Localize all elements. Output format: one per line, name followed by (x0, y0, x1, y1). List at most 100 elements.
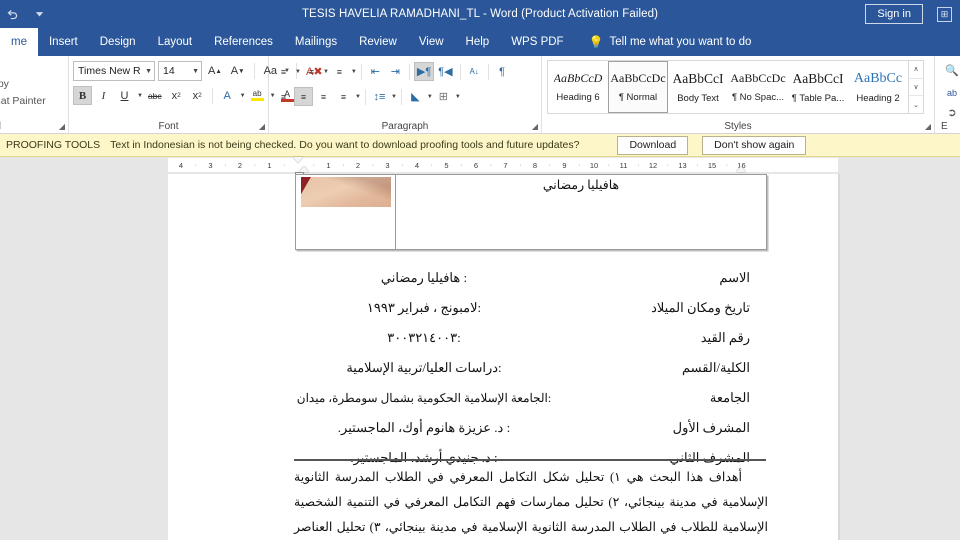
grow-font-icon[interactable]: A ▲ (205, 62, 225, 81)
superscript-button[interactable]: x2 (188, 86, 207, 105)
left-to-right-text-direction-button[interactable]: ¶◀ (435, 62, 455, 81)
chevron-down-icon[interactable]: ▼ (427, 94, 433, 100)
styles-dialog-launcher-icon[interactable]: ◢ (925, 122, 931, 131)
table-cell-photo[interactable] (296, 175, 396, 249)
document-canvas[interactable]: هافيليا رمضاني الاسم : هافيليا رمضاني تا… (0, 174, 960, 540)
show-formatting-marks-button[interactable]: ¶ (493, 62, 512, 81)
right-indent-marker[interactable] (736, 166, 746, 172)
horizontal-ruler[interactable]: 4 · 3 · 2 · 1 · 1 · 2 · 3 · 4 · 5 · 6 · 7 · 8 · 9 · 10 · 11 · 12 · 13 · 15… (168, 157, 838, 177)
tab-design[interactable]: Design (89, 28, 147, 56)
increase-indent-button[interactable]: ⇥ (386, 62, 405, 81)
copy-button[interactable]: opy (0, 76, 46, 93)
sign-in-button[interactable]: Sign in (865, 4, 923, 24)
scroll-down-icon[interactable]: ∨ (909, 79, 923, 97)
shading-button[interactable]: ◣ (406, 87, 425, 106)
find-icon[interactable]: 🔍 (941, 60, 960, 81)
tab-view[interactable]: View (408, 28, 455, 56)
ruler-tick-dot: · (696, 161, 699, 169)
style-item-no-spacing[interactable]: AaBbCcDc ¶ No Spac... (728, 61, 788, 113)
ruler-tick: 2 (237, 160, 243, 170)
style-name: Body Text (677, 92, 719, 104)
style-item-table-paragraph[interactable]: AaBbCcI ¶ Table Pa... (788, 61, 848, 113)
text-effects-icon[interactable]: A (218, 86, 237, 105)
chevron-down-icon: ▼ (145, 67, 152, 75)
chevron-down-icon[interactable]: ▼ (137, 93, 143, 99)
chevron-down-icon[interactable]: ▼ (351, 69, 357, 75)
format-painter-button[interactable]: mat Painter (0, 93, 46, 110)
ruler-tick-dot: · (401, 161, 404, 169)
line-and-paragraph-spacing-button[interactable]: ↕≡ (370, 87, 389, 106)
cut-button[interactable]: t (0, 59, 46, 76)
tab-layout[interactable]: Layout (147, 28, 204, 56)
font-name-combobox[interactable]: Times New R ▼ (73, 61, 155, 81)
style-item-heading-6[interactable]: AaBbCcD Heading 6 (548, 61, 608, 113)
ruler-tick-dot: · (578, 161, 581, 169)
ruler-tick-dot: · (253, 161, 256, 169)
replace-icon[interactable]: ab (941, 82, 960, 103)
tab-review[interactable]: Review (348, 28, 408, 56)
text-highlight-color-icon[interactable]: ab (248, 86, 267, 105)
chevron-down-icon[interactable]: ▼ (391, 94, 397, 100)
font-dialog-launcher-icon[interactable]: ◢ (259, 122, 265, 131)
info-value: : د. جنيدي أرشد، الماجستير. (350, 450, 498, 465)
chevron-down-icon[interactable]: ▼ (355, 94, 361, 100)
style-item-normal[interactable]: AaBbCcDc ¶ Normal (608, 61, 668, 113)
document-page[interactable]: هافيليا رمضاني الاسم : هافيليا رمضاني تا… (168, 174, 838, 540)
right-to-left-text-direction-button[interactable]: ▶¶ (413, 62, 435, 81)
style-item-heading-2[interactable]: AaBbCc Heading 2 (848, 61, 908, 113)
tab-help[interactable]: Help (455, 28, 501, 56)
underline-button[interactable]: U (115, 86, 134, 105)
table-cell-name[interactable]: هافيليا رمضاني (396, 175, 766, 249)
font-size-combobox[interactable]: 14 ▼ (158, 61, 202, 81)
align-left-button[interactable]: ≡ (274, 87, 293, 106)
scroll-up-icon[interactable]: ∧ (909, 61, 923, 79)
undo-icon[interactable] (6, 8, 19, 21)
sort-button[interactable]: A↓ (465, 62, 484, 81)
italic-button[interactable]: I (94, 86, 113, 105)
info-value: : د. عزيزة هانوم أوك، الماجستير. (337, 420, 511, 435)
ribbon-display-options-icon[interactable]: ⊞ (937, 6, 952, 22)
proofing-bar-title: PROOFING TOOLS (6, 139, 101, 151)
clipboard-group-label: rd (0, 121, 68, 132)
divider (408, 63, 410, 80)
strikethrough-button[interactable]: abc (145, 86, 165, 105)
chevron-down-icon[interactable]: ▼ (240, 93, 246, 99)
multilevel-list-button[interactable]: ≡ (330, 62, 349, 81)
bullets-button[interactable]: ≡ (274, 62, 293, 81)
bold-button[interactable]: B (73, 86, 92, 105)
customize-quick-access-toolbar-icon[interactable] (33, 8, 46, 21)
select-icon[interactable]: ➲ (941, 102, 960, 123)
style-item-body-text[interactable]: AaBbCcI Body Text (668, 61, 728, 113)
tab-wps-pdf[interactable]: WPS PDF (500, 28, 574, 56)
align-center-button[interactable]: ≡ (294, 87, 313, 106)
subscript-button[interactable]: x2 (167, 86, 186, 105)
ruler-tick-dot: · (283, 161, 286, 169)
align-right-button[interactable]: ≡ (314, 87, 333, 106)
tab-insert[interactable]: Insert (38, 28, 89, 56)
font-name-value: Times New R (78, 65, 141, 77)
abstract-paragraph: أهداف هذا البحث هي ١) تحليل شكل التكامل … (294, 470, 768, 534)
numbering-button[interactable]: ≡ (302, 62, 321, 81)
justify-button[interactable]: ≡ (334, 87, 353, 106)
chevron-down-icon[interactable]: ▼ (295, 69, 301, 75)
paragraph-dialog-launcher-icon[interactable]: ◢ (532, 122, 538, 131)
download-button[interactable]: Download (617, 135, 689, 155)
decrease-indent-button[interactable]: ⇤ (366, 62, 385, 81)
tab-home[interactable]: me (0, 28, 38, 56)
tab-references[interactable]: References (203, 28, 284, 56)
divider (364, 88, 366, 105)
tell-me-search[interactable]: 💡 Tell me what you want to do (575, 28, 752, 56)
borders-button[interactable]: ⊞ (434, 87, 453, 106)
shrink-font-icon[interactable]: A ▼ (228, 62, 248, 81)
clipboard-dialog-launcher-icon[interactable]: ◢ (59, 122, 65, 131)
tab-mailings[interactable]: Mailings (284, 28, 348, 56)
ribbon: t opy mat Painter rd ◢ Times New R ▼ 14 … (0, 56, 960, 134)
chevron-down-icon[interactable]: ▼ (323, 69, 329, 75)
identity-table[interactable]: هافيليا رمضاني (295, 174, 767, 250)
first-line-indent-marker[interactable] (293, 157, 303, 163)
chevron-down-icon[interactable]: ▼ (455, 94, 461, 100)
ruler-tick-dot: · (548, 161, 551, 169)
dont-show-again-button[interactable]: Don't show again (702, 135, 807, 155)
identity-info-list: الاسم : هافيليا رمضاني تاريخ ومكان الميل… (168, 270, 838, 480)
more-styles-icon[interactable]: ⌄ (909, 96, 923, 113)
